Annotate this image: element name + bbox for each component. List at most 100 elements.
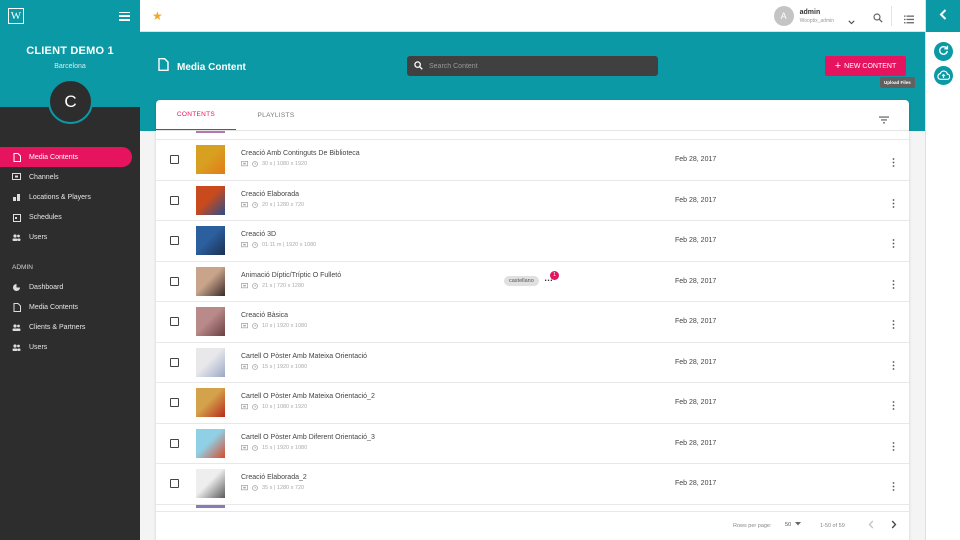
content-name[interactable]: Creació Bàsica [241,312,288,319]
row-checkbox[interactable] [170,276,179,286]
language-tag[interactable]: castellano [504,275,539,286]
content-duration-resolution: 15 s | 1920 x 1080 [262,444,308,451]
row-checkbox[interactable] [170,357,179,367]
search-input[interactable] [429,62,629,70]
table-row[interactable]: Cartell O Pòster Amb Mateixa Orientació … [156,343,909,383]
search-icon[interactable] [873,10,883,28]
chevron-down-icon[interactable] [848,12,855,30]
display-icon [241,485,248,491]
row-checkbox[interactable] [170,155,179,164]
content-meta: 30 s | 1080 x 1920 [241,161,307,167]
sidebar-item-locations-players[interactable]: Locations & Players [0,187,140,207]
tab-contents[interactable]: CONTENTS [156,100,236,130]
display-icon [241,404,248,410]
content-name[interactable]: Cartell O Pòster Amb Mateixa Orientació [241,353,367,360]
sidebar-item-admin-media-contents[interactable]: Media Contents [0,297,140,317]
rows-per-page-select[interactable]: 50 [785,522,802,528]
thumbnail [196,504,225,508]
star-icon[interactable]: ★ [152,9,163,23]
table-row[interactable]: Creació Elaborada 20 s | 1280 x 720 Feb … [156,181,909,221]
new-content-label: NEW CONTENT [844,62,897,70]
table-row[interactable]: Creació 3D 01:11 m | 1920 x 1080 Feb 28,… [156,221,909,262]
content-meta: 10 s | 1920 x 1080 [241,323,307,329]
content-meta: 15 s | 1920 x 1080 [241,445,307,451]
table-row-partial [156,131,909,140]
table-row[interactable]: Creació Bàsica 10 s | 1920 x 1080 Feb 28… [156,302,909,343]
chevron-right-icon[interactable] [891,520,897,531]
row-checkbox[interactable] [170,479,179,488]
display-icon [241,161,248,167]
more-vert-icon[interactable] [892,357,895,375]
content-tabs: CONTENTS PLAYLISTS [156,100,909,131]
collapse-rail-button[interactable] [926,0,960,32]
more-vert-icon[interactable] [892,478,895,496]
file-icon [158,58,169,76]
more-vert-icon[interactable] [892,276,895,294]
row-checkbox[interactable] [170,236,179,245]
more-vert-icon[interactable] [892,316,895,334]
sidebar-item-dashboard[interactable]: Dashboard [0,277,140,297]
menu-icon[interactable] [119,11,130,21]
content-name[interactable]: Creació Elaborada_2 [241,474,307,481]
refresh-button[interactable] [933,42,953,61]
row-checkbox[interactable] [170,438,179,448]
table-row[interactable]: Creació Elaborada_2 35 s | 1280 x 720 Fe… [156,464,909,505]
content-name[interactable]: Cartell O Pòster Amb Mateixa Orientació_… [241,393,375,400]
refresh-icon [938,43,949,61]
more-vert-icon[interactable] [892,235,895,253]
clock-icon [252,242,258,248]
user-avatar: A [773,6,794,26]
table-row[interactable]: Creació Amb Continguts De Biblioteca 30 … [156,140,909,181]
sidebar-item-channels[interactable]: Channels [0,167,140,187]
thumbnail [196,469,225,498]
table-row[interactable]: Cartell O Pòster Amb Mateixa Orientació_… [156,383,909,424]
more-vert-icon[interactable] [892,195,895,213]
upload-files-tooltip: Upload Files [880,77,915,88]
user-menu[interactable]: A admin Wooptix_admin [773,6,834,26]
clock-icon [252,323,258,329]
client-avatar[interactable]: C [48,79,93,124]
app-logo[interactable]: W [8,8,24,24]
thumbnail [196,145,225,174]
clock-icon [252,404,258,410]
file-icon [12,152,21,162]
search-content-box[interactable] [407,56,658,76]
pagination: Rows per page: 50 1-50 of 59 [156,511,909,540]
table-row[interactable]: Animació Díptic/Tríptic O Fulletó 21 s |… [156,262,909,302]
user-role: Wooptix_admin [799,17,834,24]
content-date: Feb 28, 2017 [675,480,717,487]
display-icon [241,323,248,329]
thumbnail [196,388,225,417]
content-name[interactable]: Creació 3D [241,231,276,238]
content-name[interactable]: Cartell O Pòster Amb Diferent Orientació… [241,434,375,441]
content-duration-resolution: 35 s | 1280 x 720 [262,485,305,491]
tab-playlists[interactable]: PLAYLISTS [236,100,316,130]
content-name[interactable]: Creació Amb Continguts De Biblioteca [241,150,360,157]
more-vert-icon[interactable] [892,438,895,456]
sidebar-item-media-contents[interactable]: Media Contents [0,147,132,167]
content-name[interactable]: Animació Díptic/Tríptic O Fulletó [241,272,341,279]
row-checkbox[interactable] [170,398,179,407]
row-checkbox[interactable] [170,317,179,326]
cloud-upload-icon [936,67,950,85]
client-name: CLIENT DEMO 1 [26,45,114,57]
sidebar-item-admin-users[interactable]: Users [0,337,140,357]
sidebar-item-label: Users [29,343,48,351]
sidebar-item-schedules[interactable]: Schedules [0,207,140,227]
cloud-upload-button[interactable] [933,66,953,85]
more-vert-icon[interactable] [892,397,895,415]
sidebar-item-clients-partners[interactable]: Clients & Partners [0,317,140,337]
table-row[interactable]: Cartell O Pòster Amb Diferent Orientació… [156,424,909,464]
more-vert-icon[interactable] [892,154,895,172]
new-content-button[interactable]: + NEW CONTENT [825,56,906,76]
content-name[interactable]: Creació Elaborada [241,191,299,198]
thumbnail [196,347,225,377]
rows-per-page-value: 50 [785,522,792,528]
filter-icon[interactable] [879,111,889,129]
main-nav: Media Contents Channels Locations & Play… [0,147,140,357]
sidebar-item-users[interactable]: Users [0,227,140,247]
chevron-left-icon[interactable] [868,520,874,531]
content-duration-resolution: 10 s | 1920 x 1080 [262,323,308,329]
row-checkbox[interactable] [170,195,179,205]
list-icon[interactable] [904,11,914,29]
